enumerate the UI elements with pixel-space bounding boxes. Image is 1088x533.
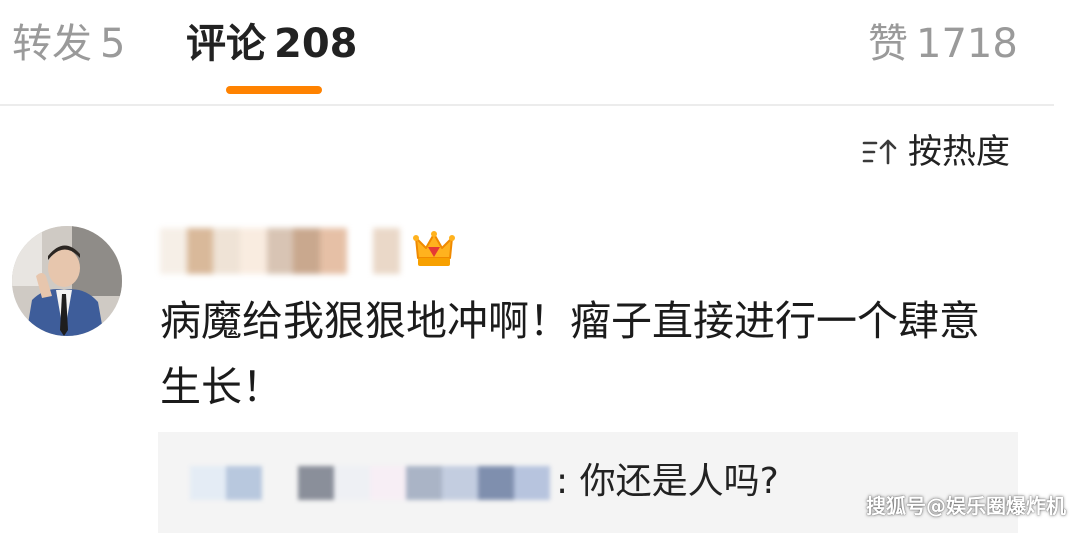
tab-repost-count: 5 — [100, 21, 126, 67]
tab-comment-count: 208 — [274, 21, 358, 67]
tab-like[interactable]: 赞 1718 — [868, 18, 1018, 70]
comment-body: 病魔给我狠狠地冲啊！瘤子直接进行一个肆意生长！ — [160, 297, 980, 411]
watermark: 搜狐号@娱乐圈爆炸机 — [866, 494, 1066, 518]
tab-like-label: 赞 — [868, 21, 908, 67]
avatar-image — [12, 226, 122, 336]
avatar[interactable] — [12, 226, 122, 336]
reply-username-redacted[interactable] — [190, 466, 550, 500]
tab-like-count: 1718 — [916, 21, 1018, 67]
sort-label: 按热度 — [908, 132, 1010, 172]
sort-arrow-icon — [862, 139, 897, 165]
active-tab-indicator — [226, 86, 322, 94]
sort-by-heat-button[interactable]: 按热度 — [862, 128, 1010, 176]
tab-comment[interactable]: 评论 208 — [186, 18, 358, 70]
crown-vip-icon — [413, 231, 455, 266]
tab-bar: 转发 5 评论 208 赞 1718 — [0, 0, 1054, 106]
reply-text: : 你还是人吗? — [556, 461, 779, 502]
tab-repost-label: 转发 — [12, 21, 92, 67]
tab-repost[interactable]: 转发 5 — [12, 18, 125, 70]
username-redacted[interactable] — [160, 228, 401, 274]
tab-comment-label: 评论 — [186, 21, 266, 67]
